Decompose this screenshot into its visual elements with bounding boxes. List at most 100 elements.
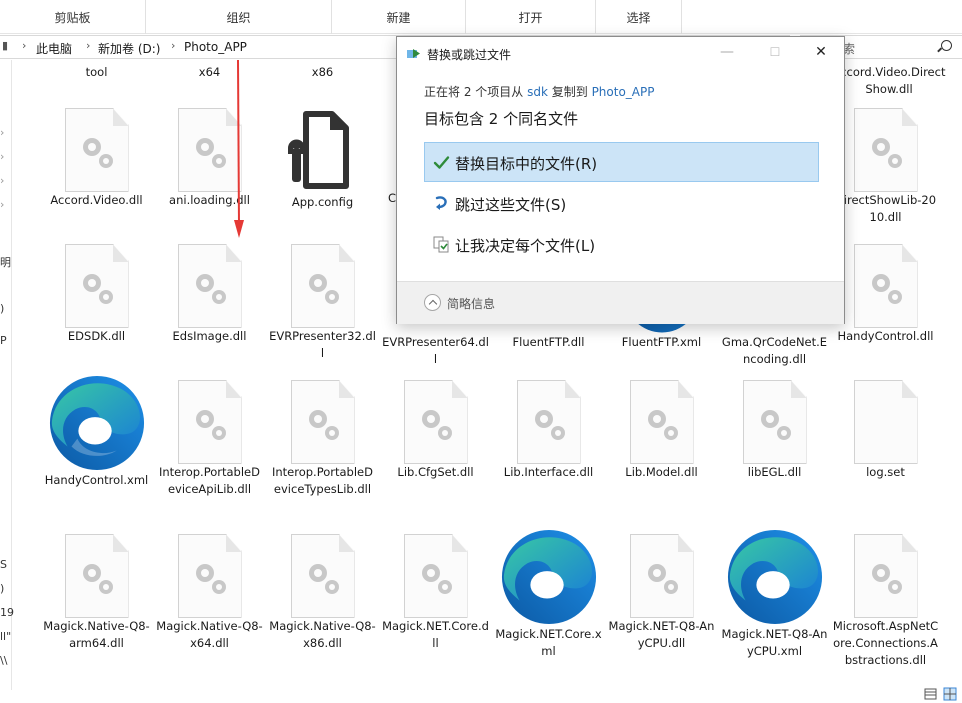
nav-item-fragment[interactable]: ) <box>0 302 4 315</box>
view-toggle-icons[interactable] <box>924 687 958 701</box>
file-label: DirectShowLib-2010.dll <box>834 193 937 224</box>
file-label: EdsImage.dll <box>172 329 247 343</box>
file-label: x64 <box>198 65 221 79</box>
file-item[interactable]: Magick.Native-Q8-x86.dll <box>266 534 379 652</box>
dialog-title: 替换或跳过文件 <box>427 48 512 62</box>
file-item[interactable]: App.config <box>266 108 379 211</box>
search-icon[interactable] <box>941 40 952 51</box>
file-item[interactable]: Magick.Native-Q8-arm64.dll <box>40 534 153 652</box>
file-item[interactable]: EVRPresenter64.dll <box>379 334 492 368</box>
source-folder-link[interactable]: sdk <box>527 85 548 99</box>
file-item[interactable]: libEGL.dll <box>718 380 831 481</box>
file-label: x86 <box>311 65 334 79</box>
pin-icon: › <box>0 126 5 139</box>
chevron-right-icon[interactable]: › <box>22 39 26 52</box>
maximize-button[interactable]: ☐ <box>752 37 798 67</box>
file-item[interactable]: Magick.NET-Q8-AnyCPU.xml <box>718 528 831 660</box>
ribbon-group-clipboard[interactable]: 剪贴板 <box>0 0 146 34</box>
file-label: Lib.CfgSet.dll <box>397 465 474 479</box>
dll-file-icon <box>290 244 355 328</box>
file-item[interactable]: Accord.Video.DirectShow.dll <box>829 64 949 98</box>
file-label: HandyControl.xml <box>44 473 149 487</box>
folder-item[interactable]: x64 <box>153 64 266 81</box>
chevron-up-icon[interactable] <box>424 294 441 311</box>
dialog-body: 正在将 2 个项目从 sdk 复制到 Photo_APP 目标包含 2 个同名文… <box>397 69 844 281</box>
file-item[interactable]: Magick.NET.Core.dll <box>379 534 492 652</box>
red-arrow-annotation <box>234 60 244 238</box>
skip-files-label: 跳过这些文件(S) <box>455 196 567 214</box>
chevron-right-icon[interactable]: › <box>171 39 175 52</box>
folder-item[interactable]: tool <box>40 64 153 81</box>
ribbon-group-open[interactable]: 打开 <box>466 0 596 34</box>
file-item[interactable]: log.set <box>829 380 942 481</box>
dll-file-icon <box>403 534 468 618</box>
file-item[interactable]: ani.loading.dll <box>153 108 266 209</box>
copy-description: 正在将 2 个项目从 sdk 复制到 Photo_APP <box>424 83 654 100</box>
file-item[interactable]: EVRPresenter32.dll <box>266 244 379 362</box>
ribbon-group-new[interactable]: 新建 <box>332 0 466 34</box>
conflict-heading: 目标包含 2 个同名文件 <box>424 110 579 128</box>
config-file-icon <box>280 108 366 194</box>
ribbon: 剪贴板 组织 新建 打开 选择 <box>0 0 962 34</box>
nav-item-fragment[interactable]: ) <box>0 582 4 595</box>
fewer-details-toggle[interactable]: 简略信息 <box>447 295 495 312</box>
file-label: Magick.Native-Q8-x64.dll <box>156 619 263 650</box>
dialog-titlebar[interactable]: 替换或跳过文件 — ☐ ✕ <box>397 37 844 69</box>
folder-item[interactable]: x86 <box>266 64 379 81</box>
nav-item-fragment[interactable]: ll" <box>0 630 11 643</box>
file-item[interactable]: Lib.Model.dll <box>605 380 718 481</box>
explorer-window: 剪贴板 组织 新建 打开 选择 ▮ › 此电脑 › 新加卷 (D:) › Pho… <box>0 0 962 703</box>
file-item[interactable]: FluentFTP.xml <box>605 334 718 351</box>
destination-folder-link[interactable]: Photo_APP <box>592 85 655 99</box>
breadcrumb-drive-d[interactable]: 新加卷 (D:) <box>98 40 160 57</box>
dll-file-icon <box>64 244 129 328</box>
file-item[interactable]: HandyControl.xml <box>40 374 153 489</box>
file-label: HandyControl.dll <box>837 329 934 343</box>
nav-item-fragment[interactable]: 19 <box>0 606 14 619</box>
decide-each-file-option[interactable]: 让我决定每个文件(L) <box>424 224 819 264</box>
ribbon-group-organize[interactable]: 组织 <box>146 0 332 34</box>
dll-file-icon <box>853 108 918 192</box>
pin-icon: › <box>0 198 5 211</box>
file-item[interactable]: Interop.PortableDeviceTypesLib.dll <box>266 380 379 498</box>
file-item[interactable]: EDSDK.dll <box>40 244 153 345</box>
file-item[interactable]: Lib.CfgSet.dll <box>379 380 492 481</box>
file-label: libEGL.dll <box>747 465 802 479</box>
ribbon-group-select[interactable]: 选择 <box>596 0 682 34</box>
file-item[interactable]: Interop.PortableDeviceApiLib.dll <box>153 380 266 498</box>
compare-files-icon <box>433 236 449 253</box>
file-item[interactable]: HandyControl.dll <box>829 244 942 345</box>
file-label: Magick.NET.Core.xml <box>495 627 602 658</box>
file-item[interactable]: Microsoft.AspNetCore.Connections.Abstrac… <box>829 534 942 669</box>
file-item[interactable]: Lib.Interface.dll <box>492 380 605 481</box>
minimize-button[interactable]: — <box>704 37 750 67</box>
dll-file-icon <box>853 244 918 328</box>
file-label: ani.loading.dll <box>169 193 250 207</box>
dll-file-icon <box>290 380 355 464</box>
file-label: Accord.Video.dll <box>50 193 143 207</box>
chevron-right-icon[interactable]: › <box>86 39 90 52</box>
pin-icon: › <box>0 174 5 187</box>
nav-item-fragment[interactable]: \\ <box>0 654 7 667</box>
file-item[interactable]: Magick.NET.Core.xml <box>492 528 605 660</box>
breadcrumb-photo-app[interactable]: Photo_APP <box>184 40 247 54</box>
file-item[interactable]: Magick.Native-Q8-x64.dll <box>153 534 266 652</box>
skip-files-option[interactable]: 跳过这些文件(S) <box>424 183 819 223</box>
skip-arrow-icon <box>435 196 447 210</box>
file-item[interactable]: Accord.Video.dll <box>40 108 153 209</box>
file-item[interactable]: DirectShowLib-2010.dll <box>829 108 942 226</box>
file-item[interactable]: Magick.NET-Q8-AnyCPU.dll <box>605 534 718 652</box>
file-item[interactable]: FluentFTP.dll <box>492 334 605 351</box>
nav-item-fragment[interactable]: P <box>0 334 7 347</box>
close-button[interactable]: ✕ <box>798 37 844 67</box>
edge-browser-icon <box>500 528 598 626</box>
text-file-icon <box>853 380 918 464</box>
navigation-pane[interactable]: › › › › 明 P ) S ) 19 ll" \\ <box>0 60 14 690</box>
copy-description-mid: 复制到 <box>547 85 592 99</box>
nav-item-fragment[interactable]: S <box>0 558 7 571</box>
breadcrumb-this-pc[interactable]: 此电脑 <box>36 40 72 57</box>
file-item[interactable]: EdsImage.dll <box>153 244 266 345</box>
replace-files-option[interactable]: 替换目标中的文件(R) <box>424 142 819 182</box>
file-item[interactable]: Gma.QrCodeNet.Encoding.dll <box>718 334 831 368</box>
nav-item-fragment[interactable]: 明 <box>0 254 11 270</box>
